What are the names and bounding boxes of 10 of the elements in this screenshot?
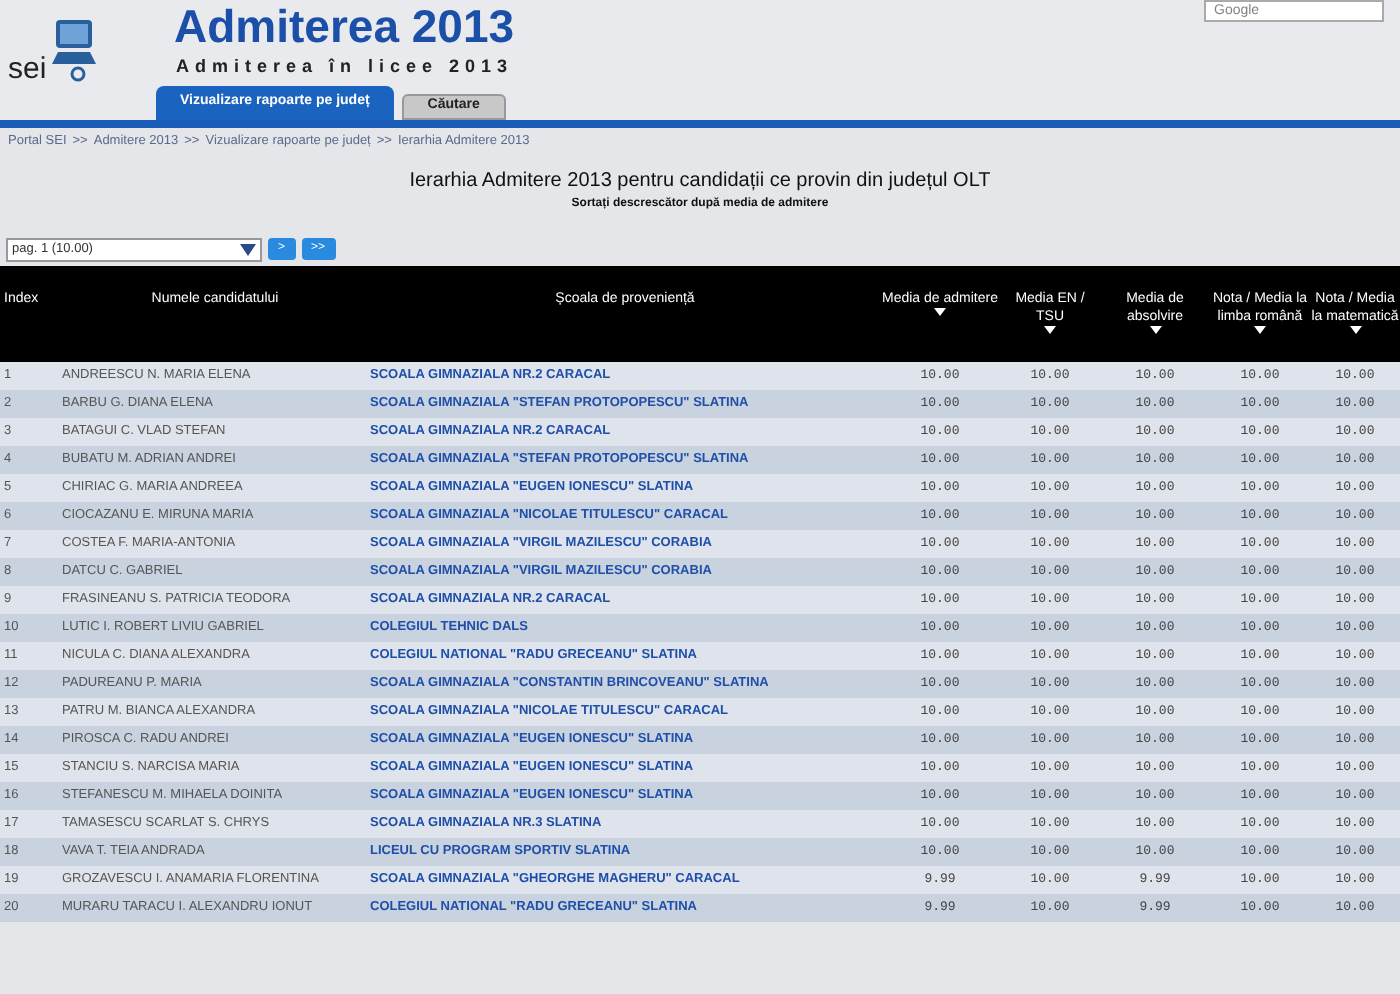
sort-arrow-icon [1254,325,1266,334]
dropdown-arrow-icon [240,243,256,256]
sort-arrow-icon [934,307,946,316]
site-subtitle: Admiterea în licee 2013 [176,54,514,80]
sort-arrow-icon [1349,325,1361,334]
sort-arrow-icon [1149,325,1161,334]
report-title: Ierarhia Admitere 2013 pentru candidații ce provin din județul OLT [407,167,993,196]
site-title: Admiterea 2013 [174,4,515,50]
logo-text: sei [8,54,47,84]
sort-arrow-icon [1044,325,1056,334]
